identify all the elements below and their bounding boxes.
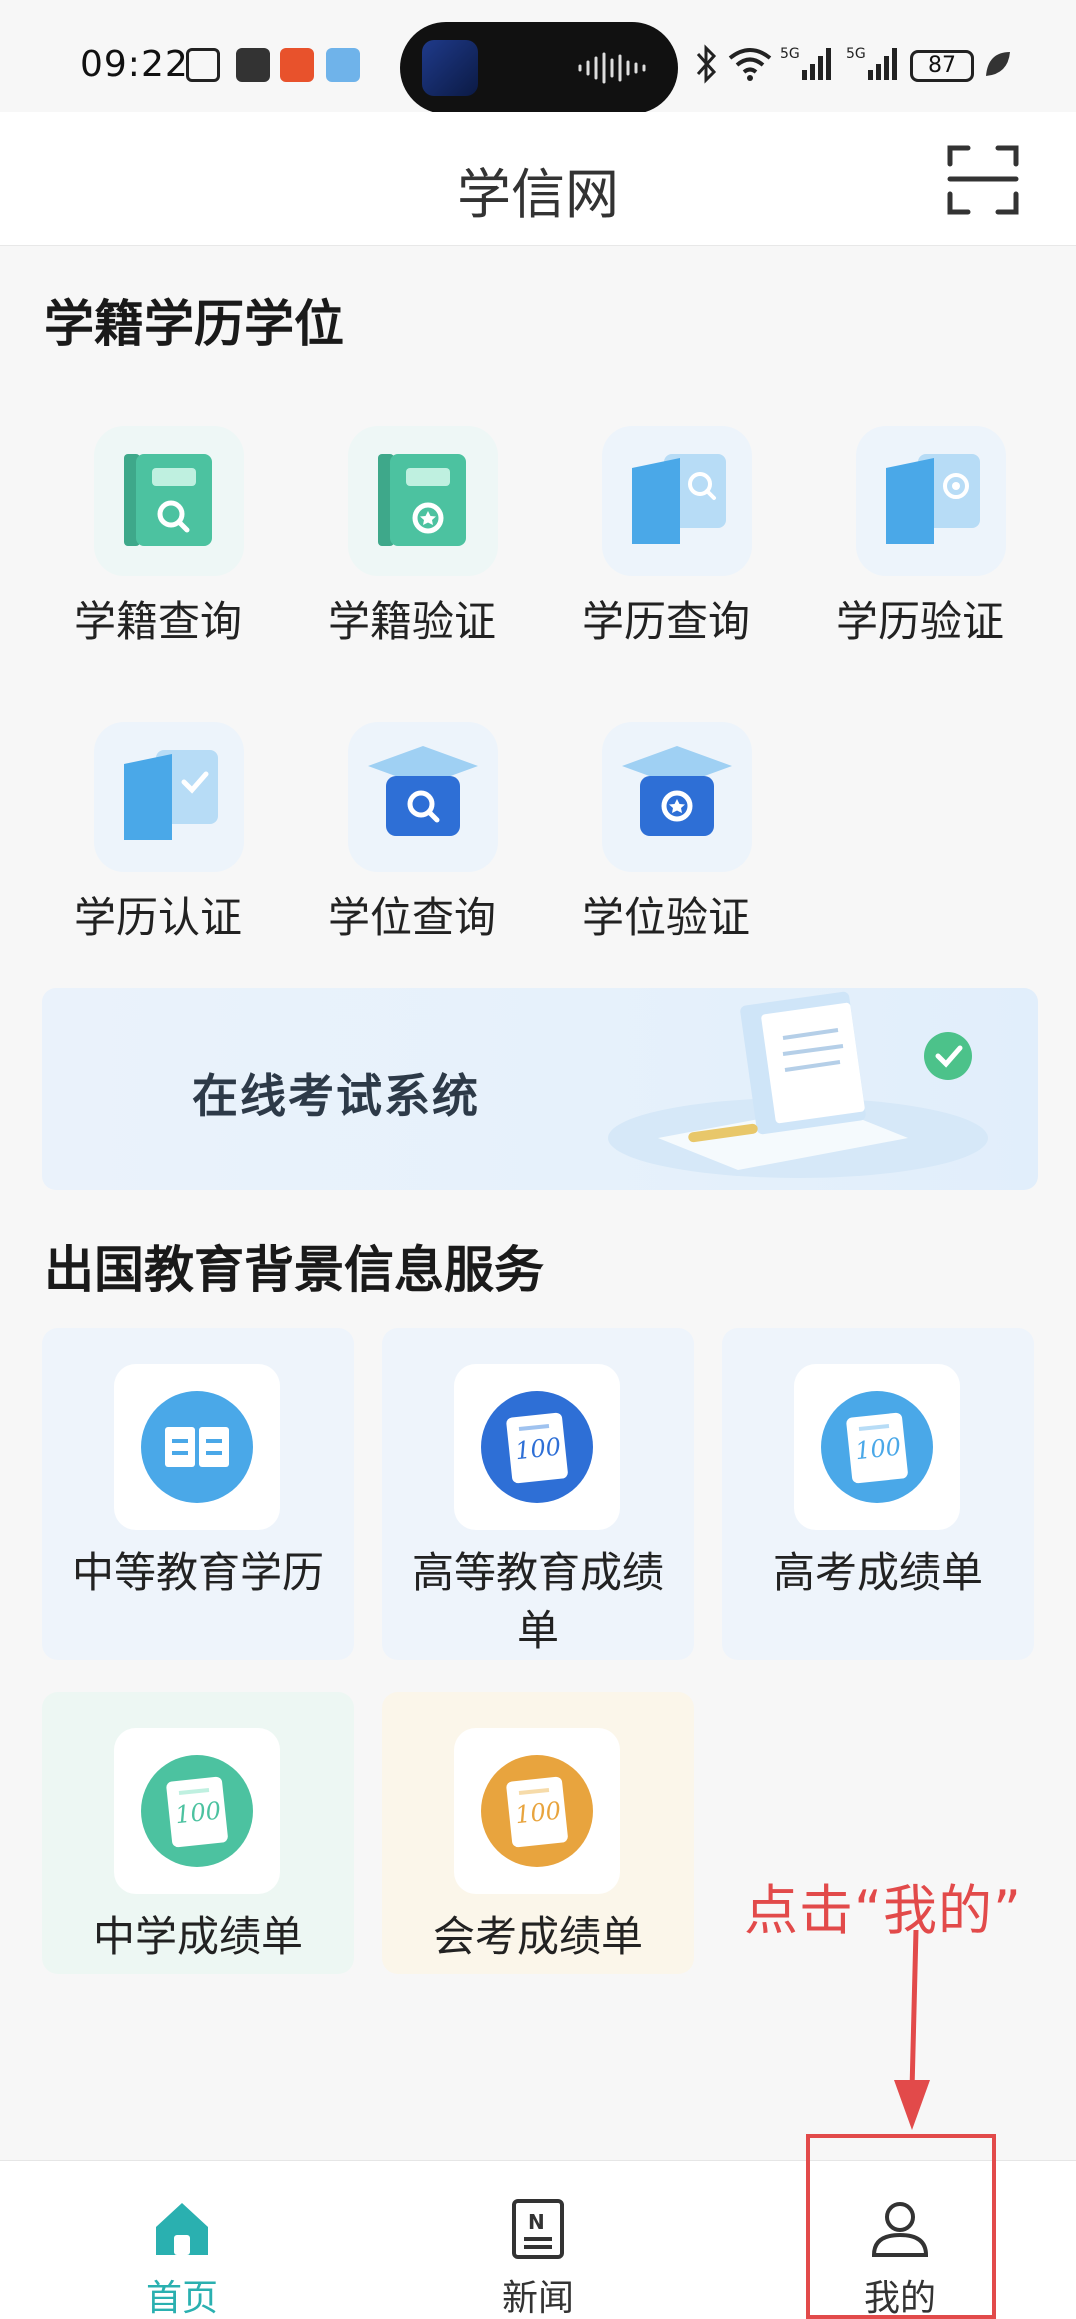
- card-label: 高考成绩单: [772, 1548, 983, 1597]
- card-label: 中学成绩单: [92, 1912, 303, 1961]
- score-sheet-icon: 100: [141, 1755, 253, 1867]
- banner-text: 在线考试系统: [192, 1069, 480, 1123]
- service-student-status-verify[interactable]: 学籍验证: [302, 426, 522, 646]
- folder-verify-icon: [886, 454, 980, 544]
- svg-text:N: N: [528, 2210, 545, 2234]
- open-book-icon: [141, 1391, 253, 1503]
- bluetooth-icon: [696, 44, 717, 84]
- leaf-icon: [986, 52, 1010, 76]
- card-huikao-transcript[interactable]: 100 会考成绩单: [382, 1692, 694, 1974]
- service-label: 学位查询: [327, 893, 496, 942]
- media-thumbnail: [422, 40, 478, 96]
- battery-indicator: 87: [910, 50, 974, 82]
- weather-icon: [326, 48, 360, 82]
- laptop-illustration: [608, 991, 988, 1178]
- service-label: 学历验证: [835, 597, 1004, 646]
- score-sheet-icon: 100: [821, 1391, 933, 1503]
- service-degree-query[interactable]: 学位查询: [302, 722, 522, 942]
- nav-label-news: 新闻: [501, 2278, 574, 2319]
- nav-home[interactable]: 首页: [82, 2161, 282, 2319]
- nfc-icon: [186, 48, 220, 82]
- score-sheet-icon: 100: [481, 1755, 593, 1867]
- service-education-certification[interactable]: 学历认证: [48, 722, 268, 942]
- folder-check-icon: [124, 750, 218, 840]
- section-title-abroad: 出国教育背景信息服务: [44, 1241, 544, 1299]
- service-label: 学位验证: [581, 893, 750, 942]
- signal-5g-icon: 5G: [780, 46, 831, 80]
- audio-wave-icon: [578, 52, 646, 84]
- card-secondary-education[interactable]: 中等教育学历: [42, 1328, 354, 1660]
- service-degree-verify[interactable]: 学位验证: [556, 722, 776, 942]
- annotation-arrow-icon: [894, 1930, 930, 2130]
- svg-text:5G: 5G: [846, 46, 866, 62]
- score-sheet-icon: 100: [481, 1391, 593, 1503]
- service-label: 学历查询: [581, 597, 750, 646]
- service-label: 学籍查询: [73, 597, 242, 646]
- wifi-icon: [728, 48, 772, 81]
- online-exam-banner[interactable]: 在线考试系统: [42, 988, 1038, 1190]
- book-verify-icon: [378, 454, 466, 546]
- home-icon: [156, 2203, 208, 2255]
- card-label: 高等教育成绩单: [411, 1548, 664, 1655]
- status-time: 09:22: [80, 44, 189, 85]
- card-label: 会考成绩单: [432, 1912, 643, 1961]
- news-icon: N: [512, 2199, 564, 2259]
- svg-text:5G: 5G: [780, 46, 800, 62]
- status-bar: 09:22 5G 5G 87: [0, 0, 1076, 114]
- section-title-degree: 学籍学历学位: [44, 295, 344, 353]
- signal-5g-icon-2: 5G: [846, 46, 897, 80]
- upload-icon: [236, 48, 270, 82]
- page-title: 学信网: [457, 163, 619, 226]
- book-search-icon: [124, 454, 212, 546]
- card-gaokao-transcript[interactable]: 100 高考成绩单: [722, 1328, 1034, 1660]
- service-education-query[interactable]: 学历查询: [556, 426, 776, 646]
- service-education-verify[interactable]: 学历验证: [810, 426, 1030, 646]
- taobao-icon: [280, 48, 314, 82]
- svg-text:100: 100: [514, 1797, 562, 1830]
- dynamic-island: [400, 22, 678, 114]
- service-label: 学历认证: [73, 893, 242, 942]
- card-middle-school-transcript[interactable]: 100 中学成绩单: [42, 1692, 354, 1974]
- cap-verify-icon: [622, 746, 732, 836]
- nav-label-home: 首页: [145, 2278, 218, 2319]
- scan-icon[interactable]: [946, 142, 1020, 216]
- card-label: 中等教育学历: [71, 1548, 324, 1597]
- cap-search-icon: [368, 746, 478, 836]
- card-higher-education-transcript[interactable]: 100 高等教育成绩单: [382, 1328, 694, 1660]
- nav-news[interactable]: N 新闻: [438, 2161, 638, 2319]
- app-header: 学信网: [0, 112, 1076, 246]
- svg-text:100: 100: [174, 1797, 222, 1830]
- service-label: 学籍验证: [327, 597, 496, 646]
- svg-text:100: 100: [514, 1433, 562, 1466]
- annotation-highlight-box: [806, 2134, 996, 2319]
- svg-text:100: 100: [854, 1433, 902, 1466]
- folder-search-icon: [632, 454, 726, 544]
- service-student-status-query[interactable]: 学籍查询: [48, 426, 268, 646]
